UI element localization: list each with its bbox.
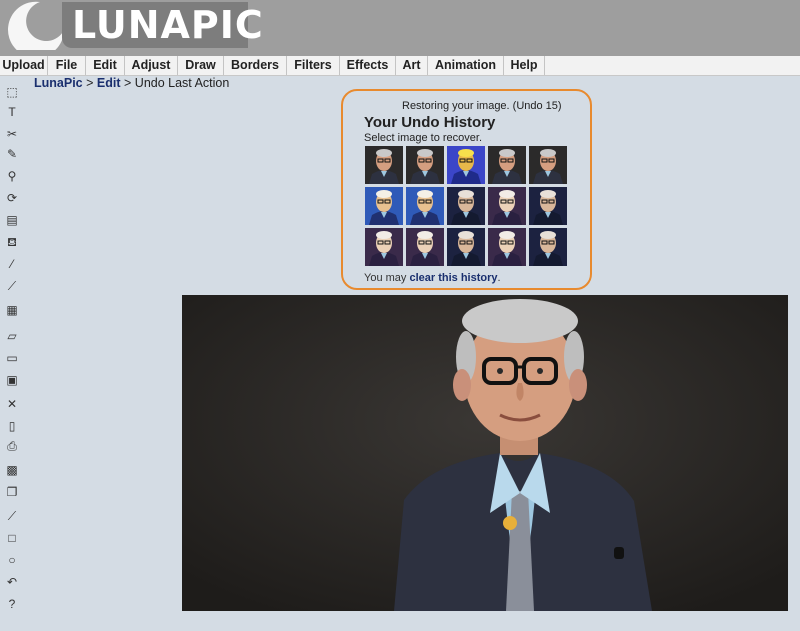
menu-adjust[interactable]: Adjust [125, 56, 178, 75]
clear-history-link[interactable]: clear this history [409, 272, 497, 284]
undo-thumbnail[interactable] [365, 228, 403, 266]
undo-thumbnail[interactable] [447, 228, 485, 266]
restoring-status: Restoring your image. (Undo 15) [402, 100, 562, 112]
undo-thumbnail[interactable] [488, 228, 526, 266]
eraser-icon[interactable]: ▱ [4, 328, 20, 344]
gradient-icon[interactable]: ▤ [4, 212, 20, 228]
brush-icon[interactable]: ⟋ [4, 278, 20, 294]
marquee-select-icon[interactable]: ⬚ [4, 84, 20, 100]
menu-draw[interactable]: Draw [178, 56, 224, 75]
open-folder-icon[interactable]: ▭ [4, 350, 20, 366]
text-tool-icon[interactable]: T [4, 104, 20, 120]
breadcrumb-separator: > [124, 76, 132, 90]
undo-history-subtitle: Select image to recover. [364, 132, 483, 144]
undo-thumbnail[interactable] [488, 187, 526, 225]
scissors-icon[interactable]: ✂ [4, 126, 20, 142]
stack-icon[interactable]: ▩ [4, 462, 20, 478]
menu-file[interactable]: File [48, 56, 86, 75]
undo-thumbnail[interactable] [406, 187, 444, 225]
menu-help[interactable]: Help [504, 56, 545, 75]
lunapic-logo[interactable]: LUNAPIC [0, 0, 263, 50]
save-icon[interactable]: ▣ [4, 372, 20, 388]
undo-thumbnail[interactable] [447, 187, 485, 225]
print-icon[interactable]: ⎙ [4, 438, 20, 454]
undo-thumbnail[interactable] [447, 146, 485, 184]
copy-icon[interactable]: ❐ [4, 484, 20, 500]
main-canvas-image[interactable] [182, 295, 788, 611]
pencil-icon[interactable]: ✎ [4, 146, 20, 162]
menu-effects[interactable]: Effects [340, 56, 396, 75]
logo-text: LUNAPIC [72, 3, 264, 47]
undo-history-panel: Restoring your image. (Undo 15) Your Und… [341, 89, 592, 290]
undo-thumbnail[interactable] [488, 146, 526, 184]
undo-thumbnail[interactable] [406, 146, 444, 184]
menu-edit[interactable]: Edit [86, 56, 125, 75]
menu-filters[interactable]: Filters [287, 56, 340, 75]
portrait-photo [182, 295, 788, 611]
undo-thumbnail[interactable] [529, 146, 567, 184]
clear-history-suffix: . [497, 272, 501, 284]
circle-icon[interactable]: ○ [4, 552, 20, 568]
line-icon[interactable]: ⟋ [4, 508, 20, 524]
breadcrumb-lunapic-link[interactable]: LunaPic [34, 76, 83, 90]
eyedropper-icon[interactable]: ⁄ [4, 256, 20, 272]
undo-thumbnail[interactable] [529, 228, 567, 266]
tool-sidebar: ⬚ T ✂ ✎ ⚲ ⟳ ▤ ⛾ ⁄ ⟋ ▦ ▱ ▭ ▣ ✕ ▯ ⎙ ▩ ❐ ⟋ □ ○ ↶? [0, 84, 24, 614]
menu-borders[interactable]: Borders [224, 56, 287, 75]
breadcrumb: LunaPic > Edit > Undo Last Action [34, 76, 229, 90]
menu-bar: Upload File Edit Adjust Draw Borders Fil… [0, 56, 800, 76]
undo-thumbnail[interactable] [365, 146, 403, 184]
clear-history-prefix: You may [364, 272, 410, 284]
undo-thumbnail[interactable] [406, 228, 444, 266]
layers-icon[interactable]: ▦ [4, 302, 20, 318]
undo-thumbnail[interactable] [529, 187, 567, 225]
zoom-icon[interactable]: ⚲ [4, 168, 20, 184]
rotate-icon[interactable]: ⟳ [4, 190, 20, 206]
paint-bucket-icon[interactable]: ⛾ [4, 234, 20, 250]
help-icon[interactable]: ? [4, 596, 20, 612]
undo-icon[interactable]: ↶ [4, 574, 20, 590]
moon-logo-icon [8, 1, 64, 50]
breadcrumb-current: Undo Last Action [134, 76, 230, 90]
delete-icon[interactable]: ✕ [4, 396, 20, 412]
menu-animation[interactable]: Animation [428, 56, 504, 75]
undo-history-title: Your Undo History [364, 114, 496, 131]
rectangle-icon[interactable]: □ [4, 530, 20, 546]
menu-art[interactable]: Art [396, 56, 428, 75]
header-bar: LUNAPIC [0, 0, 800, 56]
new-document-icon[interactable]: ▯ [4, 418, 20, 434]
breadcrumb-edit-link[interactable]: Edit [97, 76, 121, 90]
breadcrumb-separator: > [86, 76, 94, 90]
menu-upload[interactable]: Upload [0, 56, 48, 75]
undo-thumbnail[interactable] [365, 187, 403, 225]
clear-history-line: You may clear this history. [364, 272, 501, 284]
